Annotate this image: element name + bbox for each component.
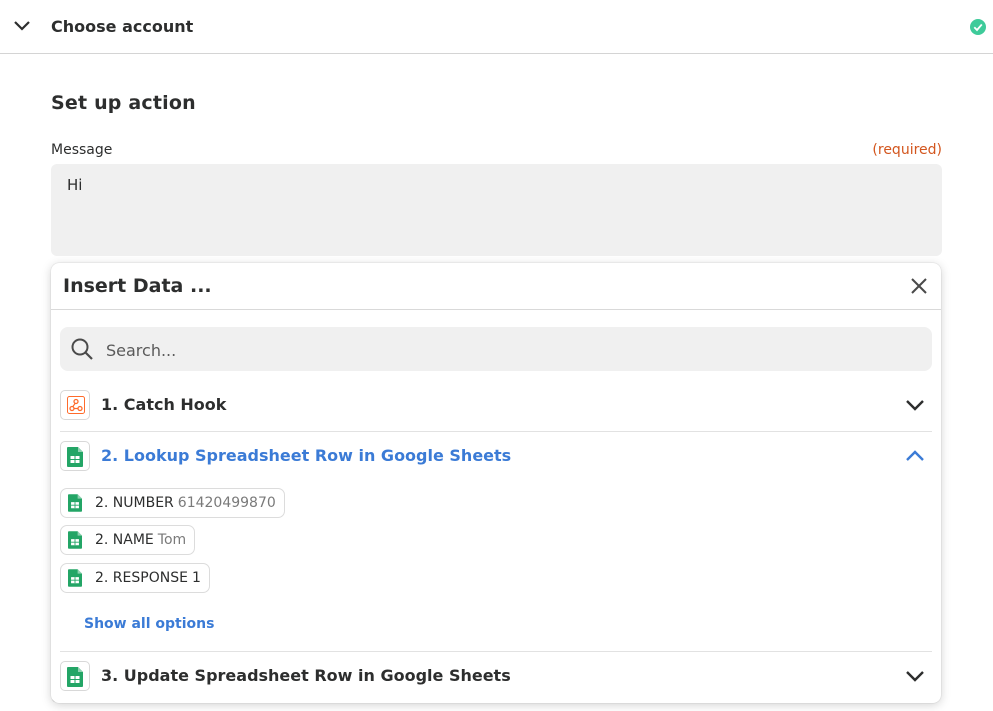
choose-account-title: Choose account xyxy=(51,17,194,36)
data-field-name[interactable]: 2. NAME Tom xyxy=(60,525,196,555)
panel-title: Insert Data ... xyxy=(63,275,212,297)
step-label: 3. Update Spreadsheet Row in Google Shee… xyxy=(101,666,511,685)
step-label: 1. Catch Hook xyxy=(101,395,227,414)
search-box[interactable] xyxy=(60,327,932,373)
google-sheets-icon xyxy=(68,531,82,549)
field-value: 1 xyxy=(191,570,201,586)
chevron-down-icon[interactable] xyxy=(905,669,925,683)
field-value: Tom xyxy=(157,532,187,548)
panel-header: Insert Data ... xyxy=(51,263,941,310)
step-catch-hook[interactable]: 1. Catch Hook xyxy=(60,390,932,422)
close-icon[interactable] xyxy=(909,276,929,296)
divider xyxy=(60,431,932,432)
search-icon xyxy=(71,338,93,360)
step-update-spreadsheet-row[interactable]: 3. Update Spreadsheet Row in Google Shee… xyxy=(60,661,932,693)
google-sheets-icon xyxy=(60,661,90,691)
google-sheets-icon xyxy=(68,569,82,587)
message-label: Message xyxy=(51,142,113,158)
field-value: 61420499870 xyxy=(177,495,276,511)
chevron-down-icon[interactable] xyxy=(13,19,31,33)
field-key: 2. RESPONSE xyxy=(95,570,188,586)
message-input[interactable]: Hi xyxy=(51,164,942,256)
step-lookup-spreadsheet-row[interactable]: 2. Lookup Spreadsheet Row in Google Shee… xyxy=(60,441,932,473)
search-input[interactable] xyxy=(104,327,908,373)
field-key: 2. NUMBER xyxy=(95,495,174,511)
step-label: 2. Lookup Spreadsheet Row in Google Shee… xyxy=(101,446,512,465)
section-title: Set up action xyxy=(51,92,196,114)
choose-account-header[interactable]: Choose account xyxy=(0,0,993,54)
check-circle-icon xyxy=(970,19,986,35)
show-all-options-link[interactable]: Show all options xyxy=(84,616,214,632)
google-sheets-icon xyxy=(68,494,82,512)
insert-data-panel: Insert Data ... 1. Catch Hook xyxy=(51,263,941,703)
chevron-down-icon[interactable] xyxy=(905,398,925,412)
webhook-icon xyxy=(60,390,90,420)
google-sheets-icon xyxy=(60,441,90,471)
data-field-number[interactable]: 2. NUMBER 61420499870 xyxy=(60,488,285,518)
divider xyxy=(60,651,932,652)
field-key: 2. NAME xyxy=(95,532,154,548)
chevron-up-icon[interactable] xyxy=(905,449,925,463)
required-indicator: (required) xyxy=(872,142,942,158)
data-field-response[interactable]: 2. RESPONSE 1 xyxy=(60,563,210,593)
